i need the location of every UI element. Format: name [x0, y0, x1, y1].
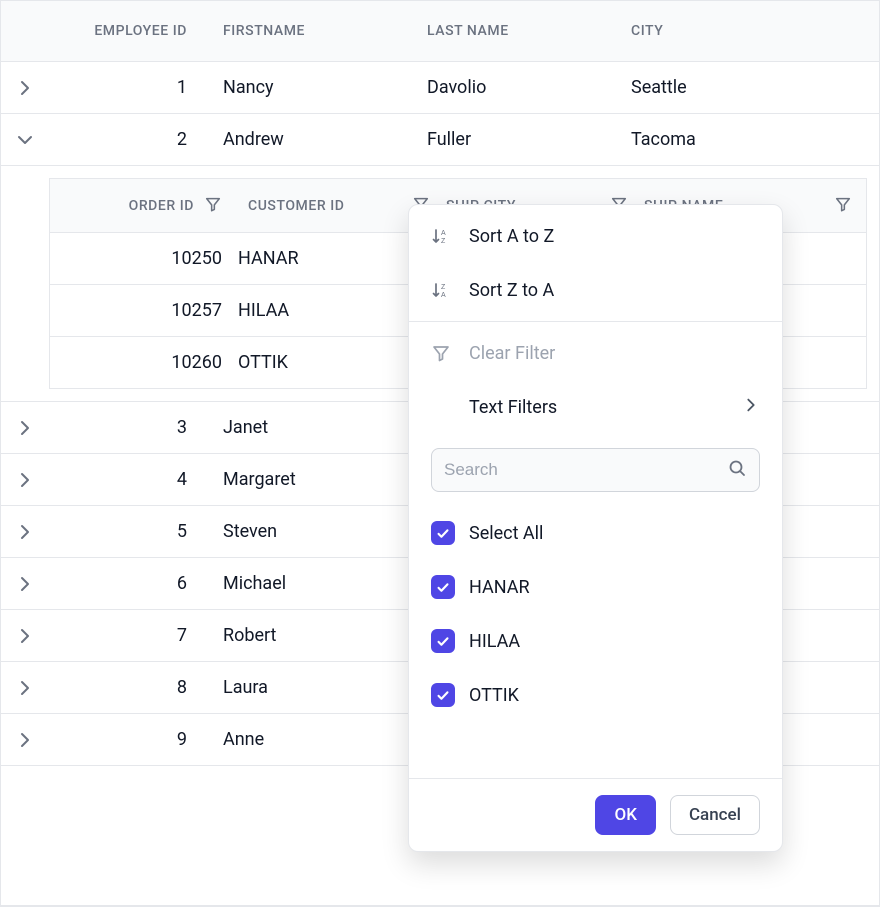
cancel-button[interactable]: Cancel [670, 795, 760, 835]
filter-icon[interactable] [834, 195, 852, 217]
cell-order-id: 10260 [171, 352, 222, 373]
cell-employee-id: 5 [49, 521, 205, 542]
check-label: OTTIK [469, 685, 519, 706]
cell-employee-id: 6 [49, 573, 205, 594]
clear-filter-label: Clear Filter [469, 343, 555, 364]
checkbox-checked-icon [431, 629, 455, 653]
cell-first-name: Margaret [205, 469, 409, 490]
expand-toggle[interactable] [1, 62, 49, 114]
cell-employee-id: 8 [49, 677, 205, 698]
chevron-down-icon [15, 130, 35, 150]
chevron-right-icon [15, 626, 35, 646]
expand-toggle[interactable] [1, 662, 49, 714]
cell-first-name: Anne [205, 729, 409, 750]
sort-az[interactable]: Sort A to Z [409, 209, 782, 263]
check-select-all[interactable]: Select All [431, 506, 760, 560]
sort-za[interactable]: Sort Z to A [409, 263, 782, 317]
search-icon [727, 458, 747, 482]
expand-toggle[interactable] [1, 454, 49, 506]
chevron-right-icon [15, 418, 35, 438]
checkbox-checked-icon [431, 683, 455, 707]
cell-employee-id: 1 [49, 77, 205, 98]
chevron-right-icon [15, 678, 35, 698]
cell-customer-id: HANAR [238, 248, 299, 269]
filter-actions: OK Cancel [409, 778, 782, 851]
expand-toggle[interactable] [1, 558, 49, 610]
sort-az-label: Sort A to Z [469, 226, 554, 247]
chevron-right-icon [15, 574, 35, 594]
cell-order-id: 10257 [171, 300, 222, 321]
checkbox-checked-icon [431, 521, 455, 545]
col-header-first-name[interactable]: Firstname [205, 23, 409, 39]
cell-last-name: Davolio [409, 77, 613, 98]
check-label: Select All [469, 523, 543, 544]
cell-last-name: Fuller [409, 129, 613, 150]
check-option[interactable]: OTTIK [431, 668, 760, 722]
cell-employee-id: 2 [49, 129, 205, 150]
filter-icon[interactable] [204, 195, 222, 217]
cell-customer-id: HILAA [238, 300, 289, 321]
expand-toggle[interactable] [1, 506, 49, 558]
cell-city: Seattle [613, 77, 879, 98]
filter-icon [431, 343, 469, 363]
table-row[interactable]: 2 Andrew Fuller Tacoma [1, 114, 879, 166]
text-filters-label: Text Filters [469, 397, 557, 418]
filter-checklist: Select All HANAR HILAA OTTIK [409, 498, 782, 738]
col-header-city[interactable]: City [613, 23, 879, 39]
cell-employee-id: 7 [49, 625, 205, 646]
expand-toggle[interactable] [1, 610, 49, 662]
cell-employee-id: 3 [49, 417, 205, 438]
chevron-right-icon [742, 396, 760, 419]
ok-button[interactable]: OK [595, 795, 655, 835]
cell-first-name: Nancy [205, 77, 409, 98]
chevron-right-icon [15, 730, 35, 750]
table-row[interactable]: 1 Nancy Davolio Seattle [1, 62, 879, 114]
cell-first-name: Robert [205, 625, 409, 646]
sort-za-label: Sort Z to A [469, 280, 554, 301]
check-option[interactable]: HANAR [431, 560, 760, 614]
filter-search[interactable] [431, 448, 760, 492]
cell-first-name: Andrew [205, 129, 409, 150]
check-label: HANAR [469, 577, 530, 598]
expand-toggle[interactable] [1, 714, 49, 766]
cell-employee-id: 9 [49, 729, 205, 750]
cell-first-name: Michael [205, 573, 409, 594]
col-header-last-name[interactable]: Last Name [409, 23, 613, 39]
cell-first-name: Laura [205, 677, 409, 698]
cell-employee-id: 4 [49, 469, 205, 490]
checkbox-checked-icon [431, 575, 455, 599]
check-label: HILAA [469, 631, 520, 652]
cell-city: Tacoma [613, 129, 879, 150]
chevron-right-icon [15, 470, 35, 490]
cell-first-name: Janet [205, 417, 409, 438]
grid-header: Employee ID Firstname Last Name City [1, 0, 879, 62]
chevron-right-icon [15, 522, 35, 542]
cell-first-name: Steven [205, 521, 409, 542]
sort-az-icon [431, 226, 469, 246]
chevron-right-icon [15, 78, 35, 98]
check-option[interactable]: HILAA [431, 614, 760, 668]
clear-filter: Clear Filter [409, 326, 782, 380]
col-header-customer-id[interactable]: Customer ID [248, 198, 344, 214]
col-header-employee-id[interactable]: Employee ID [49, 23, 205, 39]
text-filters[interactable]: Text Filters [409, 380, 782, 434]
expand-toggle[interactable] [1, 402, 49, 454]
cell-order-id: 10250 [171, 248, 222, 269]
search-input[interactable] [444, 460, 727, 480]
sort-za-icon [431, 280, 469, 300]
filter-menu: Sort A to Z Sort Z to A Clear Filter Tex… [408, 204, 783, 852]
cell-customer-id: OTTIK [238, 352, 288, 373]
col-header-order-id[interactable]: Order ID [129, 198, 194, 214]
expand-toggle[interactable] [1, 114, 49, 166]
